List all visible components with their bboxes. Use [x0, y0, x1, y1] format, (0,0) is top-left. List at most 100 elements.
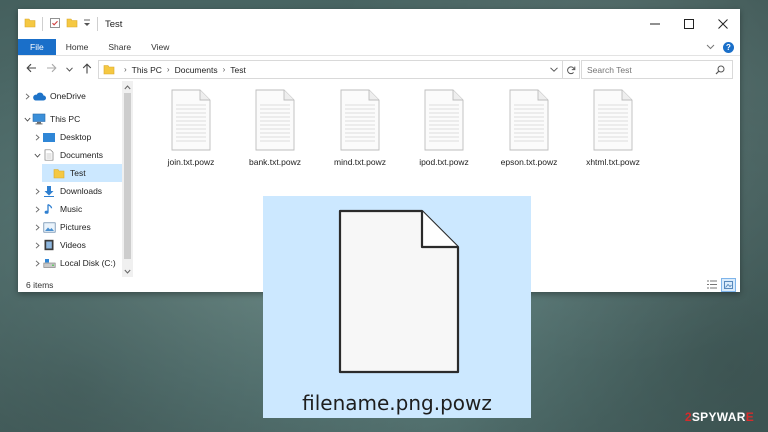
nav-item-label: Pictures: [60, 222, 91, 232]
properties-icon[interactable]: [49, 17, 61, 31]
chevron-right-icon[interactable]: [32, 259, 42, 267]
text-file-icon: [340, 89, 380, 151]
window-title: Test: [105, 18, 123, 30]
details-view-icon[interactable]: [705, 278, 718, 290]
recent-locations-icon[interactable]: [66, 64, 73, 74]
documents-icon: [42, 149, 56, 161]
scroll-up-icon[interactable]: [122, 82, 133, 92]
enlarged-file-preview: filename.png.powz: [263, 196, 531, 418]
tab-view[interactable]: View: [141, 39, 179, 55]
file-name: mind.txt.powz: [334, 157, 386, 167]
nav-item-music[interactable]: Music: [32, 200, 82, 218]
text-file-icon: [171, 89, 211, 151]
nav-item-label: Documents: [60, 150, 103, 160]
minimize-button[interactable]: [638, 9, 672, 39]
folder-icon: [52, 167, 66, 179]
navigation-pane: OneDrive This PC Desktop Documents Test: [18, 81, 133, 277]
new-folder-icon[interactable]: [66, 17, 78, 31]
nav-item-local-disk[interactable]: Local Disk (C:): [32, 254, 116, 272]
nav-item-onedrive[interactable]: OneDrive: [22, 87, 86, 105]
address-bar-controls: [546, 61, 579, 78]
nav-item-pictures[interactable]: Pictures: [32, 218, 91, 236]
refresh-icon[interactable]: [562, 61, 579, 78]
text-file-icon: [255, 89, 295, 151]
disk-icon: [42, 257, 56, 269]
tab-file[interactable]: File: [18, 39, 56, 55]
file-item[interactable]: bank.txt.powz: [235, 89, 315, 167]
breadcrumb-separator-icon: ›: [166, 65, 170, 74]
forward-arrow-icon[interactable]: [46, 63, 57, 75]
chevron-down-icon[interactable]: [32, 153, 42, 158]
file-item[interactable]: xhtml.txt.powz: [573, 89, 653, 167]
breadcrumb-this-pc[interactable]: This PC: [132, 65, 162, 75]
large-icons-view-icon[interactable]: [721, 278, 736, 292]
breadcrumb-test[interactable]: Test: [230, 65, 246, 75]
nav-item-label: Desktop: [60, 132, 92, 142]
scrollbar-thumb[interactable]: [124, 93, 131, 259]
cloud-icon: [32, 90, 46, 102]
nav-item-label: This PC: [50, 114, 81, 124]
nav-scrollbar[interactable]: [122, 81, 133, 277]
chevron-right-icon[interactable]: [32, 187, 42, 195]
folder-icon: [103, 64, 115, 75]
customize-toolbar-icon[interactable]: [83, 18, 91, 30]
search-box[interactable]: [581, 60, 733, 79]
search-icon[interactable]: [715, 65, 725, 75]
desktop-icon: [42, 131, 56, 143]
nav-item-videos[interactable]: Videos: [32, 236, 86, 254]
breadcrumb-documents[interactable]: Documents: [175, 65, 218, 75]
maximize-button[interactable]: [672, 9, 706, 39]
nav-item-label: Downloads: [60, 186, 103, 196]
window-controls: [638, 9, 740, 39]
nav-item-this-pc[interactable]: This PC: [22, 110, 80, 128]
file-name: ipod.txt.powz: [419, 157, 469, 167]
nav-item-documents[interactable]: Documents: [32, 146, 103, 164]
address-dropdown-icon[interactable]: [546, 61, 562, 78]
search-input[interactable]: [582, 61, 715, 78]
file-item[interactable]: join.txt.powz: [151, 89, 231, 167]
chevron-right-icon[interactable]: [32, 223, 42, 231]
ribbon: File Home Share View ?: [18, 39, 740, 56]
up-arrow-icon[interactable]: [82, 62, 92, 76]
breadcrumb: › This PC › Documents › Test: [119, 65, 246, 75]
chevron-down-icon[interactable]: [22, 117, 32, 122]
preview-filename: filename.png.powz: [302, 391, 492, 415]
close-button[interactable]: [706, 9, 740, 39]
tab-share[interactable]: Share: [98, 39, 141, 55]
file-item[interactable]: mind.txt.powz: [320, 89, 400, 167]
item-count: 6 items: [26, 279, 54, 290]
help-icon[interactable]: ?: [723, 41, 734, 53]
scroll-down-icon[interactable]: [122, 266, 133, 276]
address-bar[interactable]: › This PC › Documents › Test: [98, 60, 580, 79]
videos-icon: [42, 239, 56, 251]
nav-item-desktop[interactable]: Desktop: [32, 128, 91, 146]
expand-ribbon-icon[interactable]: [706, 42, 715, 52]
chevron-right-icon[interactable]: [32, 133, 42, 141]
chevron-right-icon[interactable]: [32, 205, 42, 213]
breadcrumb-separator-icon: ›: [222, 65, 226, 74]
file-name: xhtml.txt.powz: [586, 157, 640, 167]
chevron-right-icon[interactable]: [32, 241, 42, 249]
address-row: › This PC › Documents › Test: [18, 56, 740, 82]
toolbar-separator: [42, 17, 43, 31]
folder-icon: [24, 17, 36, 31]
tab-home[interactable]: Home: [56, 39, 99, 55]
chevron-right-icon[interactable]: [22, 92, 32, 100]
navigation-buttons: [18, 62, 104, 76]
view-switcher: [705, 278, 736, 292]
download-icon: [42, 185, 56, 197]
back-arrow-icon[interactable]: [26, 63, 37, 75]
nav-item-test[interactable]: Test: [42, 164, 122, 182]
breadcrumb-separator-icon: ›: [124, 65, 127, 74]
title-bar: Test: [18, 9, 740, 39]
file-item[interactable]: ipod.txt.powz: [404, 89, 484, 167]
text-file-icon: [424, 89, 464, 151]
nav-item-label: OneDrive: [50, 91, 86, 101]
file-name: bank.txt.powz: [249, 157, 301, 167]
file-item[interactable]: epson.txt.powz: [489, 89, 569, 167]
pictures-icon: [42, 221, 56, 233]
nav-item-downloads[interactable]: Downloads: [32, 182, 102, 200]
nav-item-label: Local Disk (C:): [60, 258, 116, 268]
file-name: join.txt.powz: [167, 157, 215, 167]
quick-access-toolbar: [18, 17, 99, 31]
